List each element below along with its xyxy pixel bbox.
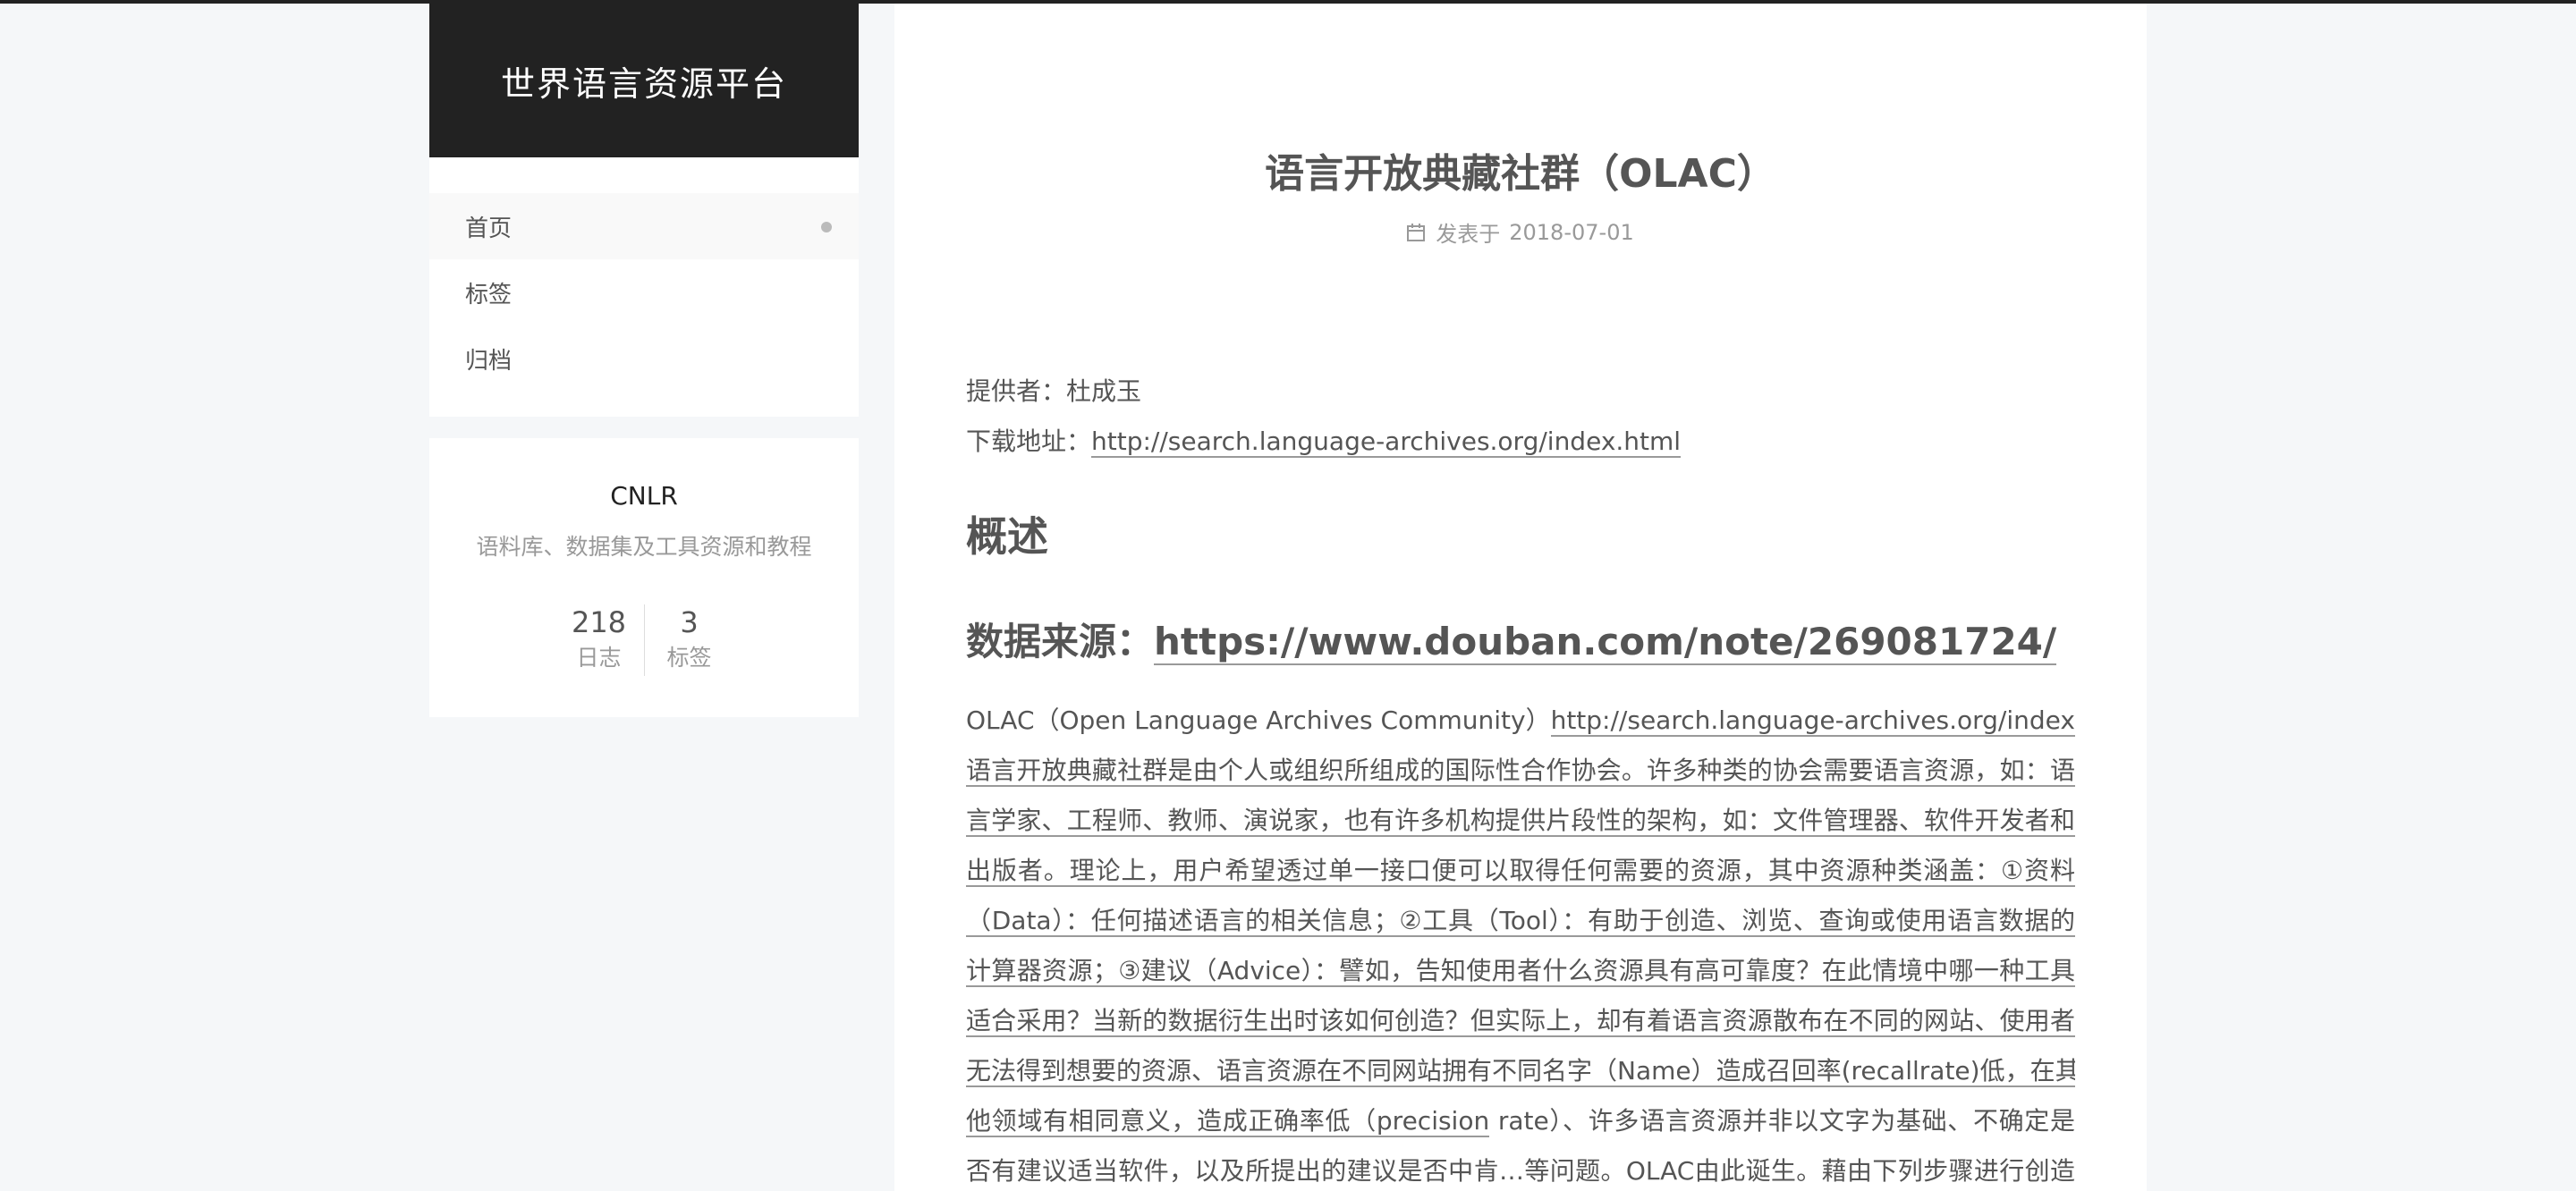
download-line: 下载地址：http://search.language-archives.org…: [966, 422, 1682, 458]
provider-line: 提供者：杜成玉: [966, 372, 1141, 408]
menu-item-home[interactable]: 首页: [429, 193, 859, 259]
paragraph-text[interactable]: 他领域有相同意义，造成正确率低（precision: [966, 1106, 1490, 1137]
active-indicator-dot: [821, 222, 832, 232]
provider-label: 提供者：: [966, 376, 1067, 406]
paragraph-line[interactable]: 无法得到想要的资源、语言资源在不同网站拥有不同名字（Name）造成召回率(rec…: [966, 1046, 2075, 1096]
olac-link[interactable]: http://search.language-archives.org/inde…: [1550, 705, 2075, 737]
paragraph-text[interactable]: （Data）：任何描述语言的相关信息；②工具（Tool）：有助于创造、浏览、查询…: [966, 906, 2075, 937]
heading-overview: 概述: [966, 512, 1048, 561]
menu-item-label: 标签: [465, 281, 513, 308]
menu-item-label: 归档: [465, 347, 513, 375]
stat-posts-label: 日志: [576, 645, 622, 671]
provider-name: 杜成玉: [1066, 376, 1142, 406]
paragraph-line[interactable]: 适合采用？当新的数据衍生出时该如何创造？但实际上，却有着语言资源散布在不同的网站…: [966, 996, 2075, 1046]
paragraph-line[interactable]: 计算器资源；③建议（Advice）：譬如，告知使用者什么资源具有高可靠度？在此情…: [966, 946, 2075, 996]
post-date: 2018-07-01: [1509, 219, 1634, 245]
site-brand[interactable]: 世界语言资源平台: [429, 4, 859, 157]
stat-tags-count: 3: [680, 605, 699, 639]
download-label: 下载地址：: [966, 427, 1092, 456]
paragraph-line: 否有建议适当软件，以及所提出的建议是否中肯…等问题。OLAC由此诞生。藉由下列步…: [966, 1146, 2075, 1191]
paragraph-line: OLAC（Open Language Archives Community）ht…: [966, 696, 2075, 746]
paragraph-text[interactable]: 言学家、工程师、教师、演说家，也有许多机构提供片段性的架构，如：文件管理器、软件…: [966, 806, 2075, 837]
source-link[interactable]: https://www.douban.com/note/269081724/: [1154, 620, 2057, 665]
paragraph-lead: OLAC（Open Language Archives Community）: [966, 705, 1551, 735]
calendar-icon: [1407, 223, 1426, 241]
sidebar-menu: 首页 标签 归档: [429, 157, 859, 417]
paragraph-line: 他领域有相同意义，造成正确率低（precision rate）、许多语言资源并非…: [966, 1096, 2075, 1146]
paragraph-line[interactable]: 言学家、工程师、教师、演说家，也有许多机构提供片段性的架构，如：文件管理器、软件…: [966, 796, 2075, 846]
paragraph-text[interactable]: 适合采用？当新的数据衍生出时该如何创造？但实际上，却有着语言资源散布在不同的网站…: [966, 1006, 2075, 1037]
paragraph-line[interactable]: 出版者。理论上，用户希望透过单一接口便可以取得任何需要的资源，其中资源种类涵盖：…: [966, 846, 2075, 896]
menu-item-archives[interactable]: 归档: [429, 325, 859, 392]
download-link[interactable]: http://search.language-archives.org/inde…: [1091, 427, 1682, 458]
paragraph-text[interactable]: 无法得到想要的资源、语言资源在不同网站拥有不同名字（Name）造成召回率(rec…: [966, 1056, 2075, 1087]
stat-tags[interactable]: 3 标签: [643, 604, 734, 676]
source-label: 数据来源：: [966, 620, 1155, 663]
menu-item-label: 首页: [465, 215, 513, 242]
description-paragraph: OLAC（Open Language Archives Community）ht…: [966, 696, 2075, 1191]
paragraph-text[interactable]: 出版者。理论上，用户希望透过单一接口便可以取得任何需要的资源，其中资源种类涵盖：…: [966, 856, 2075, 887]
paragraph-line[interactable]: 语言开放典藏社群是由个人或组织所组成的国际性合作协会。许多种类的协会需要语言资源…: [966, 746, 2075, 796]
stat-tags-label: 标签: [666, 645, 712, 671]
post-title[interactable]: 语言开放典藏社群（OLAC）: [894, 141, 2147, 198]
site-stats: 218 日志 3 标签: [429, 604, 859, 676]
post-meta: 发表于 2018-07-01: [894, 216, 2147, 248]
site-description: 语料库、数据集及工具资源和教程: [476, 534, 812, 560]
site-overview: CNLR 语料库、数据集及工具资源和教程 218 日志 3 标签: [429, 438, 859, 717]
post-article: 语言开放典藏社群（OLAC） 发表于 2018-07-01 提供者：杜成玉 下载…: [894, 4, 2147, 1191]
post-meta-prefix: 发表于: [1436, 222, 1501, 247]
stat-posts-count: 218: [571, 605, 627, 639]
paragraph-text: 否有建议适当软件，以及所提出的建议是否中肯…等问题。OLAC由此诞生。藉由下列步…: [966, 1156, 2075, 1186]
menu-item-tags[interactable]: 标签: [429, 259, 859, 325]
paragraph-line[interactable]: （Data）：任何描述语言的相关信息；②工具（Tool）：有助于创造、浏览、查询…: [966, 896, 2075, 946]
site-title[interactable]: 世界语言资源平台: [501, 56, 787, 106]
paragraph-text[interactable]: 计算器资源；③建议（Advice）：譬如，告知使用者什么资源具有高可靠度？在此情…: [966, 956, 2075, 987]
paragraph-text[interactable]: 语言开放典藏社群是由个人或组织所组成的国际性合作协会。许多种类的协会需要语言资源…: [966, 756, 2075, 787]
site-author: CNLR: [610, 481, 678, 511]
heading-data-source: 数据来源：https://www.douban.com/note/2690817…: [966, 612, 2057, 666]
stat-posts[interactable]: 218 日志: [555, 604, 644, 676]
paragraph-text: rate）、许多语言资源并非以文字为基础、不确定是: [1497, 1106, 2075, 1136]
